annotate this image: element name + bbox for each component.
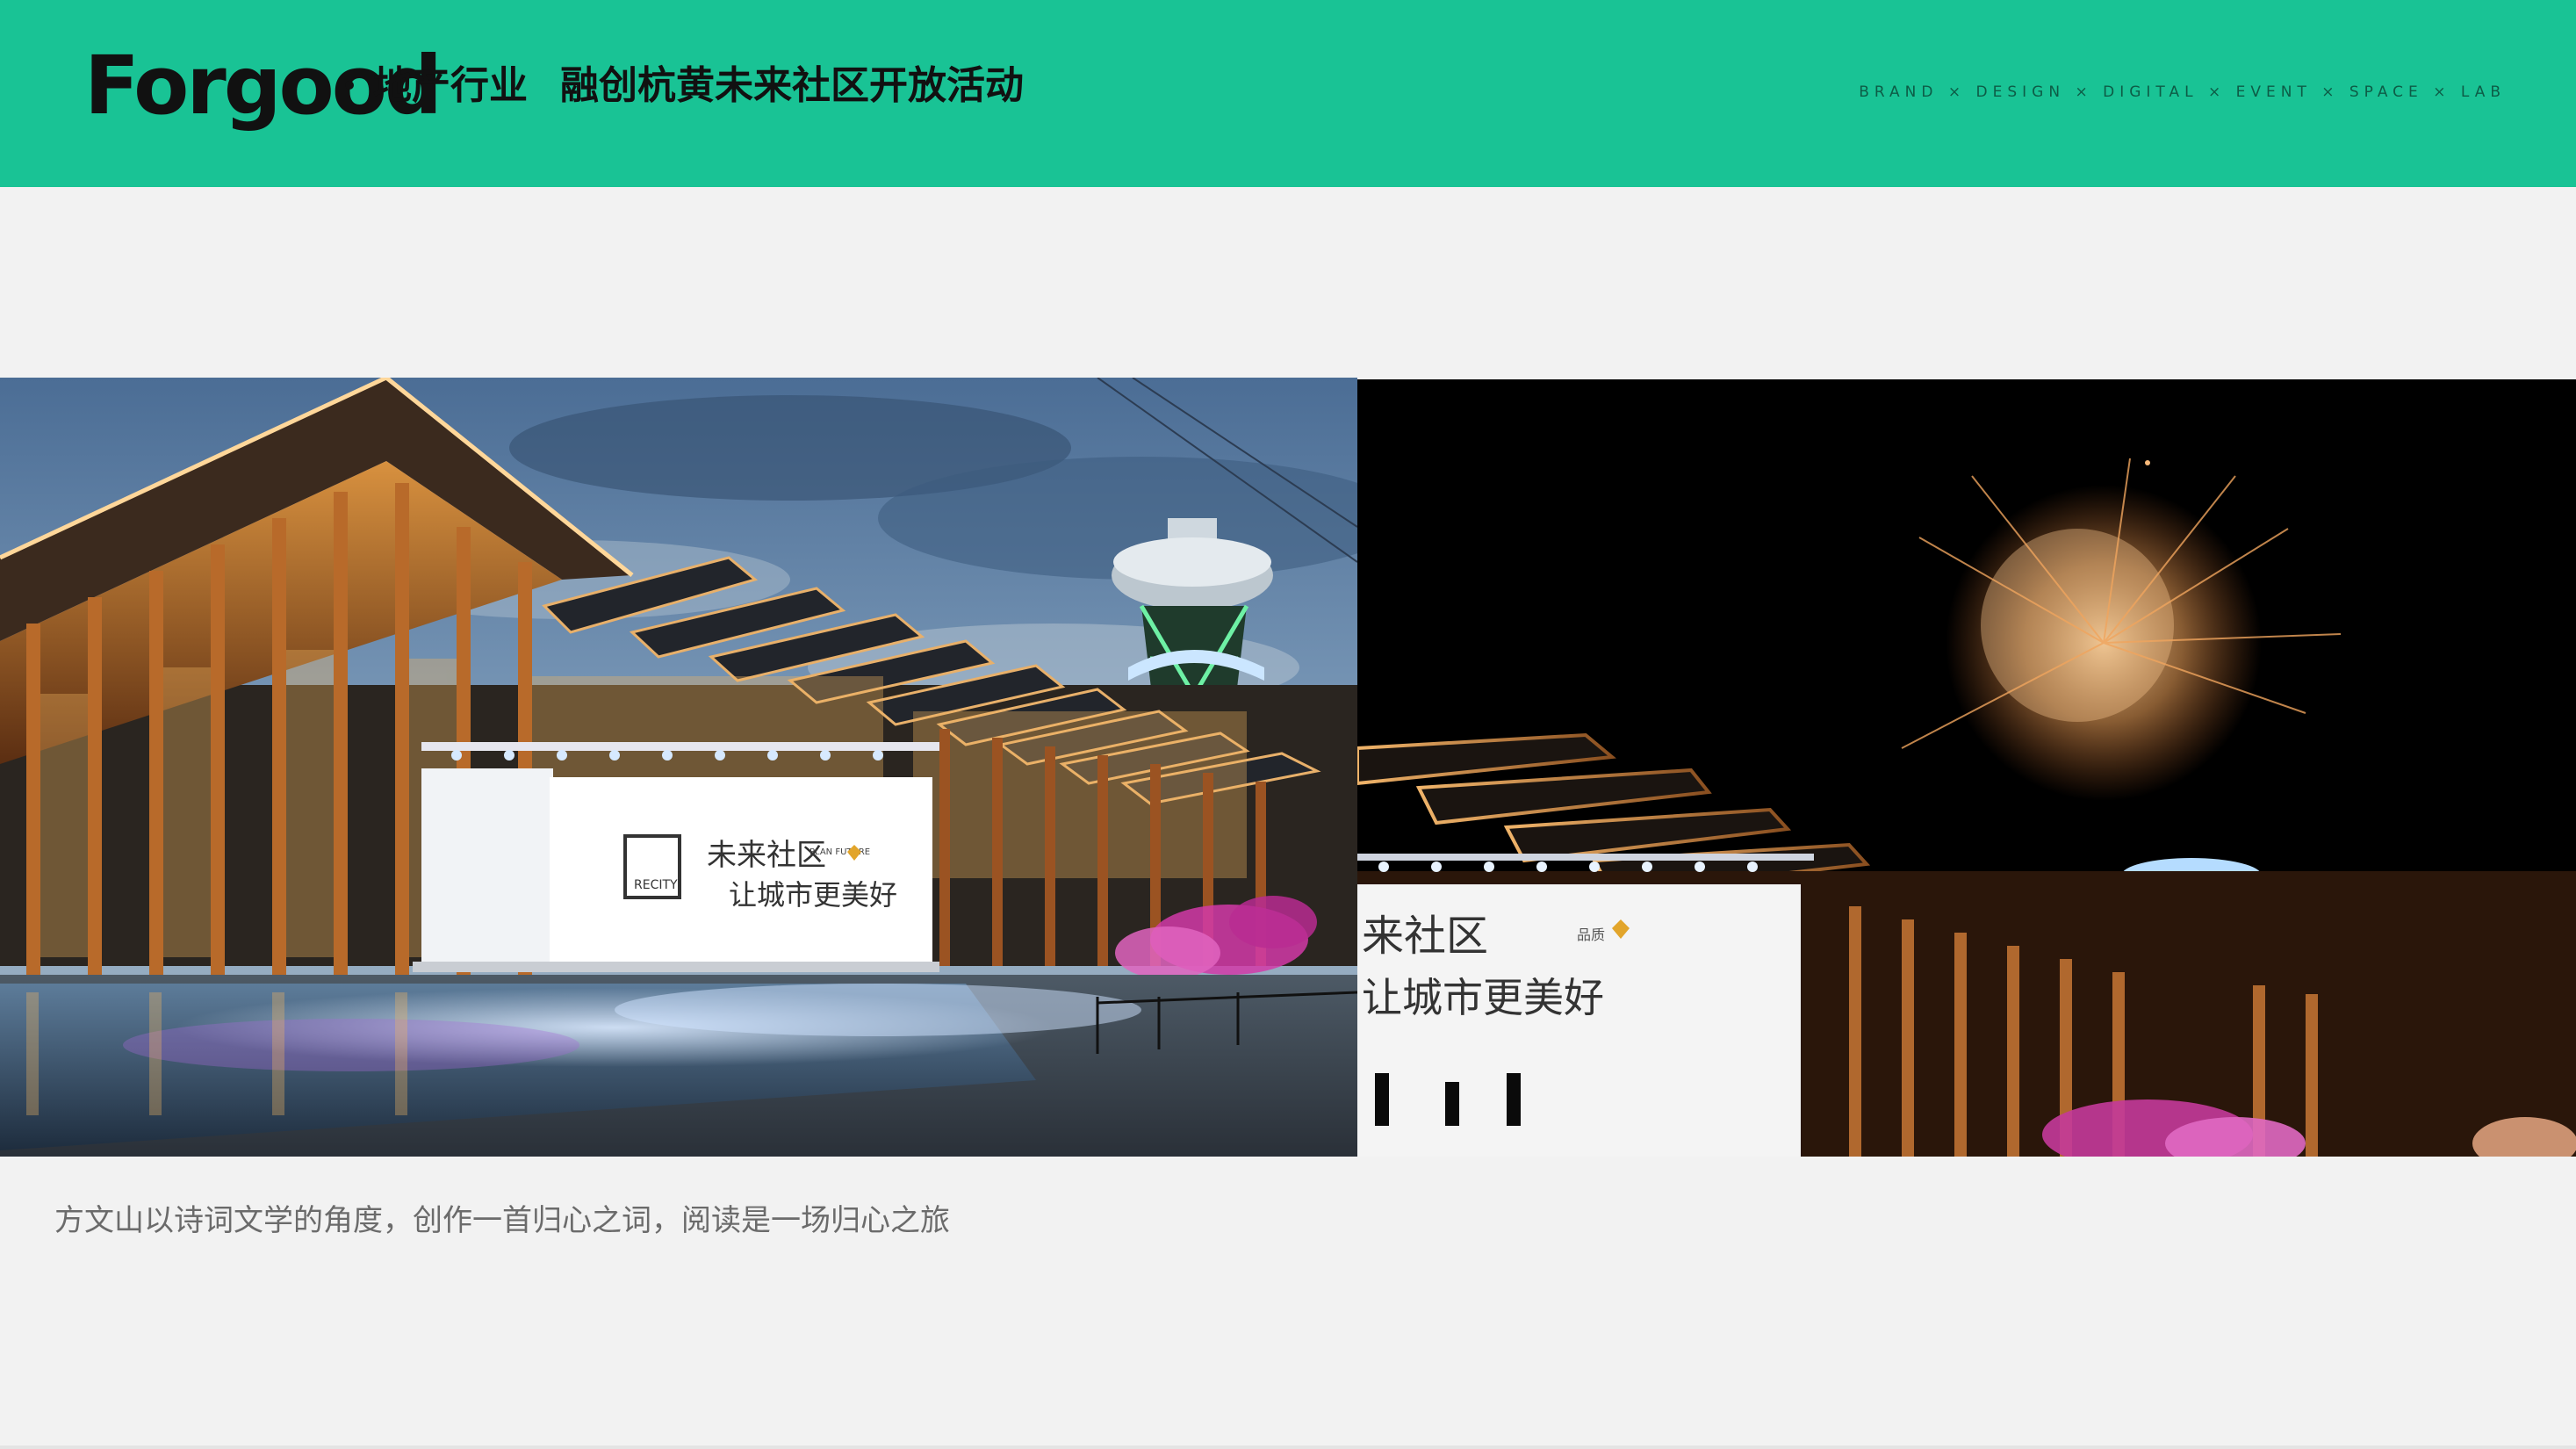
svg-text:PLAN FUTURE: PLAN FUTURE <box>809 847 870 857</box>
page-title: 融创杭黄未来社区开放活动 <box>560 63 1024 108</box>
bottom-divider <box>0 1445 2576 1449</box>
brand-tagline: BRAND × DESIGN × DIGITAL × EVENT × SPACE… <box>1859 83 2506 101</box>
svg-text:让城市更美好: 让城市更美好 <box>1362 974 1604 1021</box>
separator-dot <box>345 81 354 90</box>
svg-text:品质: 品质 <box>1577 926 1605 943</box>
pavilion-dusk-photo: RECITY 未来社区 让城市更美好 PLAN FUTURE <box>0 378 1357 1157</box>
svg-text:来社区: 来社区 <box>1362 912 1488 961</box>
svg-text:RECITY: RECITY <box>634 878 678 892</box>
header-bar: Forgood 地产行业 融创杭黄未来社区开放活动 BRAND × DESIGN… <box>0 0 2576 187</box>
fireworks-night-photo: 来社区 让城市更美好 品质 <box>1357 379 2576 1157</box>
svg-text:未来社区: 未来社区 <box>707 838 826 873</box>
industry-label: 地产行业 <box>373 63 528 108</box>
photo-caption: 方文山以诗词文学的角度，创作一首归心之词，阅读是一场归心之旅 <box>54 1203 950 1238</box>
svg-text:让城市更美好: 让城市更美好 <box>729 878 897 912</box>
